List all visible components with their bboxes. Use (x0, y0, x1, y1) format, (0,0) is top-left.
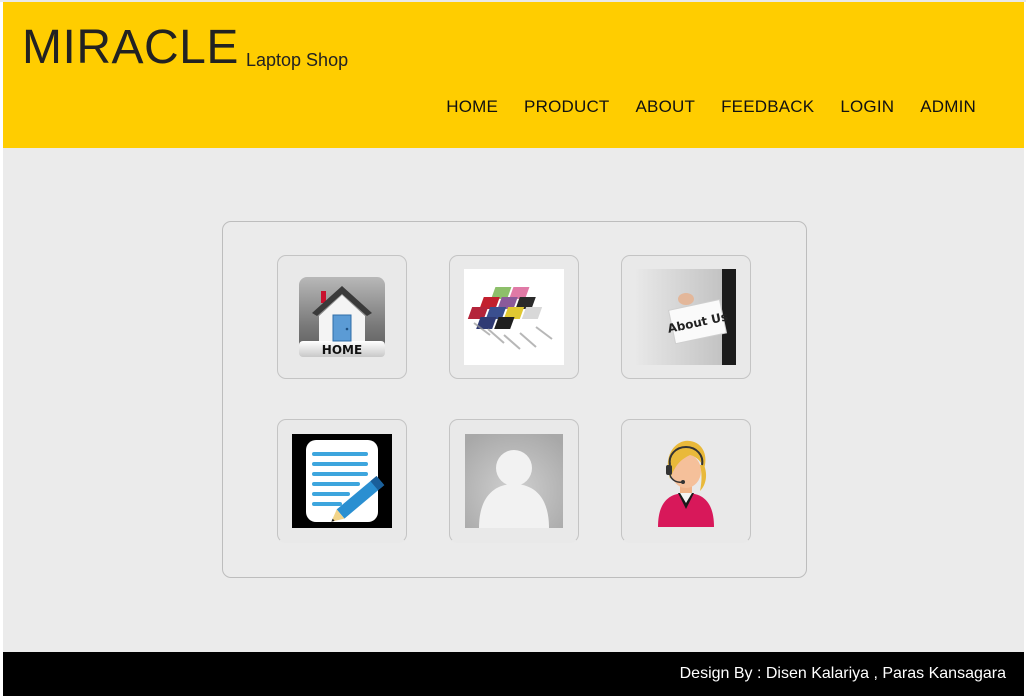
user-placeholder-icon (465, 434, 563, 528)
nav-admin[interactable]: ADMIN (920, 97, 976, 117)
feedback-tile[interactable] (277, 419, 407, 543)
site-footer: Design By : Disen Kalariya , Paras Kansa… (3, 652, 1024, 696)
admin-tile[interactable] (621, 419, 751, 543)
main-nav: HOME PRODUCT ABOUT FEEDBACK LOGIN ADMIN (446, 97, 976, 117)
nav-home[interactable]: HOME (446, 97, 498, 117)
about-us-image: About Us (636, 269, 736, 365)
home-icon: HOME (299, 277, 385, 357)
footer-credit: Design By : Disen Kalariya , Paras Kansa… (679, 665, 1006, 682)
nav-about[interactable]: ABOUT (636, 97, 696, 117)
nav-feedback[interactable]: FEEDBACK (721, 97, 814, 117)
site-tagline: Laptop Shop (246, 50, 349, 70)
support-agent-icon (658, 440, 714, 527)
page-frame: MIRACLE Laptop Shop HOME PRODUCT ABOUT F… (3, 2, 1024, 696)
feedback-icon (292, 434, 392, 528)
about-tile[interactable]: About Us (621, 255, 751, 379)
nav-product[interactable]: PRODUCT (524, 97, 609, 117)
svg-text:HOME: HOME (322, 343, 362, 357)
site-header: MIRACLE Laptop Shop HOME PRODUCT ABOUT F… (3, 2, 1024, 148)
login-tile[interactable] (449, 419, 579, 543)
laptops-image (464, 269, 564, 365)
site-logo-text[interactable]: MIRACLE (22, 22, 239, 74)
menu-panel: HOME About Us (222, 221, 807, 578)
home-tile[interactable]: HOME (277, 255, 407, 379)
product-tile[interactable] (449, 255, 579, 379)
nav-login[interactable]: LOGIN (840, 97, 894, 117)
